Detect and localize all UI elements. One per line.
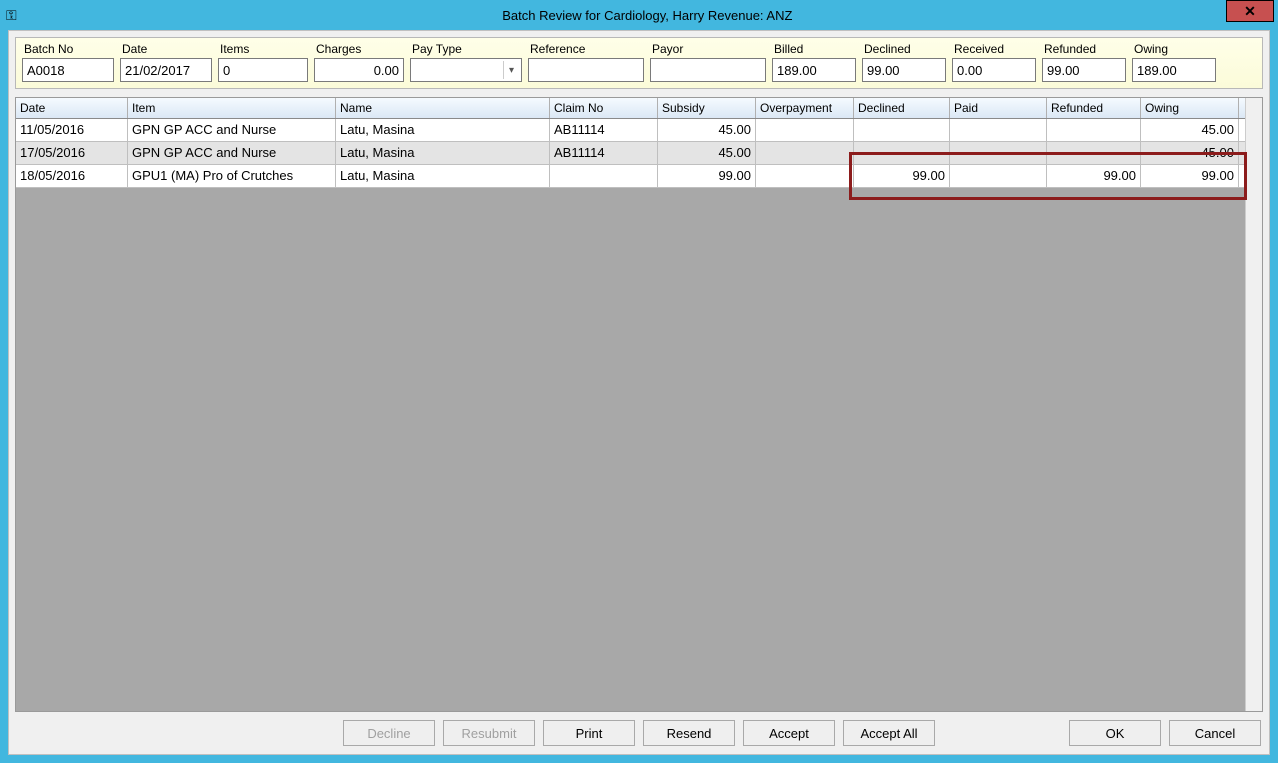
col-paid[interactable]: Paid [950,98,1047,118]
col-subsidy[interactable]: Subsidy [658,98,756,118]
cell-date: 18/05/2016 [16,165,128,187]
cell-subsidy: 99.00 [658,165,756,187]
summary-strip: Batch No Date Items Charges Pay Type ▾ [15,37,1263,89]
owing-input[interactable] [1132,58,1216,82]
cell-refunded [1047,119,1141,141]
window-title: Batch Review for Cardiology, Harry Reven… [17,8,1278,23]
date-label: Date [120,42,212,56]
cell-item: GPN GP ACC and Nurse [128,119,336,141]
refunded-input[interactable] [1042,58,1126,82]
grid: Date Item Name Claim No Subsidy Overpaym… [15,97,1263,712]
col-refunded[interactable]: Refunded [1047,98,1141,118]
declined-label: Declined [862,42,946,56]
batch-no-input[interactable] [22,58,114,82]
cell-claimno: AB11114 [550,142,658,164]
cell-claimno [550,165,658,187]
cell-subsidy: 45.00 [658,142,756,164]
col-overpayment[interactable]: Overpayment [756,98,854,118]
table-row[interactable]: 18/05/2016 GPU1 (MA) Pro of Crutches Lat… [16,165,1262,188]
grid-body: 11/05/2016 GPN GP ACC and Nurse Latu, Ma… [16,119,1262,188]
button-bar: Decline Resubmit Print Resend Accept Acc… [15,712,1263,748]
chevron-down-icon: ▾ [503,61,519,79]
table-row[interactable]: 11/05/2016 GPN GP ACC and Nurse Latu, Ma… [16,119,1262,142]
received-input[interactable] [952,58,1036,82]
cell-date: 11/05/2016 [16,119,128,141]
client-area: Batch No Date Items Charges Pay Type ▾ [8,30,1270,755]
cell-name: Latu, Masina [336,119,550,141]
cell-date: 17/05/2016 [16,142,128,164]
col-name[interactable]: Name [336,98,550,118]
col-item[interactable]: Item [128,98,336,118]
accept-button[interactable]: Accept [743,720,835,746]
charges-input[interactable] [314,58,404,82]
key-icon: ⚿ [6,7,17,24]
received-label: Received [952,42,1036,56]
accept-all-button[interactable]: Accept All [843,720,935,746]
batch-no-label: Batch No [22,42,114,56]
decline-button[interactable]: Decline [343,720,435,746]
cell-paid [950,142,1047,164]
ok-button[interactable]: OK [1069,720,1161,746]
items-label: Items [218,42,308,56]
reference-label: Reference [528,42,644,56]
cell-owing: 45.00 [1141,119,1239,141]
cell-declined [854,119,950,141]
titlebar[interactable]: ⚿ Batch Review for Cardiology, Harry Rev… [0,0,1278,30]
declined-input[interactable] [862,58,946,82]
cell-declined [854,142,950,164]
col-declined[interactable]: Declined [854,98,950,118]
cell-declined: 99.00 [854,165,950,187]
cell-item: GPN GP ACC and Nurse [128,142,336,164]
payor-input[interactable] [650,58,766,82]
grid-header: Date Item Name Claim No Subsidy Overpaym… [16,98,1262,119]
cell-name: Latu, Masina [336,165,550,187]
cell-name: Latu, Masina [336,142,550,164]
vertical-scrollbar[interactable] [1245,98,1262,711]
cell-overpayment [756,142,854,164]
cell-owing: 45.00 [1141,142,1239,164]
print-button[interactable]: Print [543,720,635,746]
owing-label: Owing [1132,42,1216,56]
resubmit-button[interactable]: Resubmit [443,720,535,746]
date-input[interactable] [120,58,212,82]
reference-input[interactable] [528,58,644,82]
cell-owing: 99.00 [1141,165,1239,187]
col-date[interactable]: Date [16,98,128,118]
cell-overpayment [756,119,854,141]
pay-type-label: Pay Type [410,42,522,56]
refunded-label: Refunded [1042,42,1126,56]
close-icon: ✕ [1244,4,1256,18]
cell-claimno: AB11114 [550,119,658,141]
col-claimno[interactable]: Claim No [550,98,658,118]
window-frame: ⚿ Batch Review for Cardiology, Harry Rev… [0,0,1278,763]
resend-button[interactable]: Resend [643,720,735,746]
pay-type-select[interactable]: ▾ [410,58,522,82]
cell-refunded [1047,142,1141,164]
items-input[interactable] [218,58,308,82]
cell-paid [950,119,1047,141]
table-row[interactable]: 17/05/2016 GPN GP ACC and Nurse Latu, Ma… [16,142,1262,165]
cell-overpayment [756,165,854,187]
payor-label: Payor [650,42,766,56]
cell-subsidy: 45.00 [658,119,756,141]
billed-input[interactable] [772,58,856,82]
cancel-button[interactable]: Cancel [1169,720,1261,746]
cell-paid [950,165,1047,187]
billed-label: Billed [772,42,856,56]
col-owing[interactable]: Owing [1141,98,1239,118]
close-button[interactable]: ✕ [1226,0,1274,22]
charges-label: Charges [314,42,404,56]
cell-refunded: 99.00 [1047,165,1141,187]
cell-item: GPU1 (MA) Pro of Crutches [128,165,336,187]
